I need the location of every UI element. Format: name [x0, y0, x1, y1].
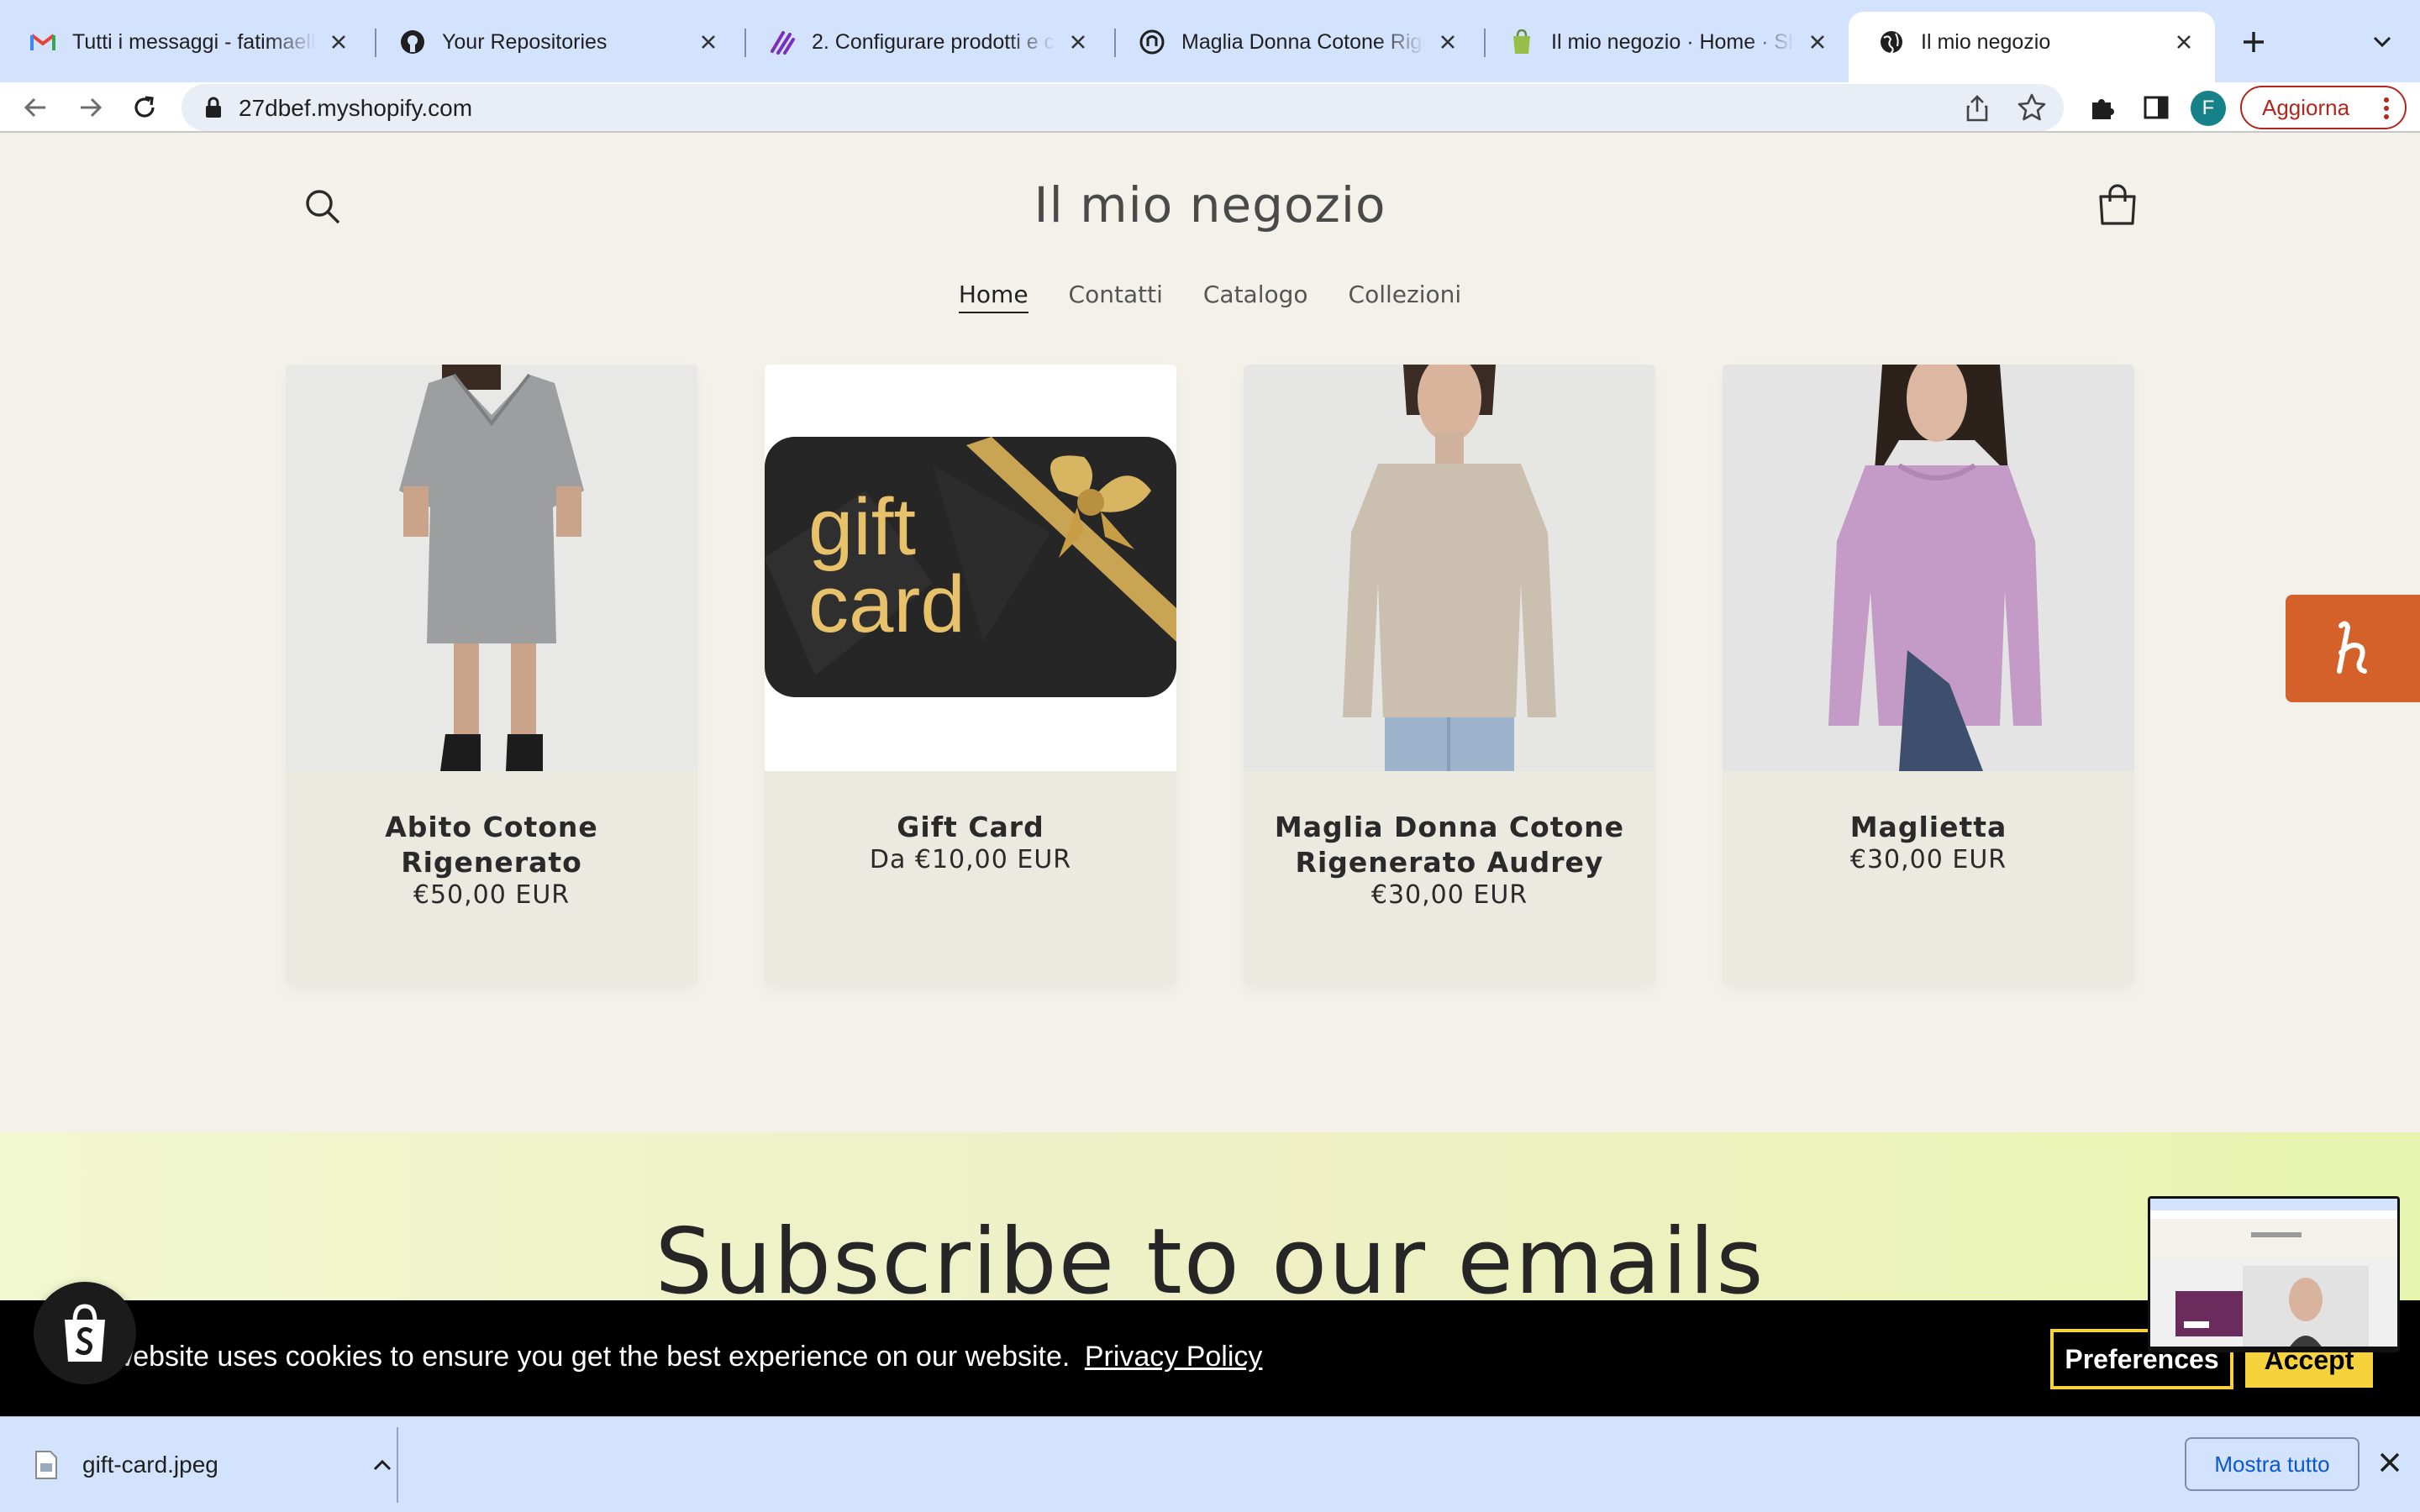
update-button[interactable]: Aggiorna	[2240, 86, 2407, 129]
download-file-name[interactable]: gift-card.jpeg	[82, 1452, 370, 1478]
tab-github[interactable]: Your Repositories	[370, 12, 739, 72]
nav-contatti[interactable]: Contatti	[1069, 281, 1163, 313]
product-price: €30,00 EUR	[1849, 845, 2007, 874]
hello-widget-tab[interactable]	[2286, 595, 2420, 702]
main-navigation: Home Contatti Catalogo Collezioni	[0, 281, 2420, 313]
gift-card-image[interactable]: gift card	[765, 365, 1176, 771]
privacy-policy-link[interactable]: Privacy Policy	[1085, 1341, 1263, 1373]
product-price: Da €10,00 EUR	[869, 845, 1072, 874]
beige-sweater-photo[interactable]	[1244, 365, 1655, 771]
globe-icon	[1879, 29, 1904, 55]
nav-catalogo[interactable]: Catalogo	[1203, 281, 1308, 313]
update-label: Aggiorna	[2262, 94, 2350, 120]
download-item[interactable]: gift-card.jpeg	[34, 1434, 395, 1496]
tab-shopify-admin[interactable]: Il mio negozio · Home · Sho	[1479, 12, 1849, 72]
close-icon[interactable]	[2375, 1447, 2405, 1478]
shopify-icon	[1509, 29, 1534, 55]
profile-avatar[interactable]: F	[2191, 91, 2226, 126]
store-page: Il mio negozio Home Contatti Catalogo Co…	[0, 133, 2420, 1300]
product-card[interactable]: Maglietta €30,00 EUR	[1723, 365, 2134, 984]
product-name[interactable]: Gift Card	[781, 810, 1160, 845]
tab-title: Il mio negozio	[1921, 29, 2051, 54]
close-icon[interactable]	[1805, 29, 1830, 55]
store-title[interactable]: Il mio negozio	[0, 176, 2420, 234]
subscribe-heading: Subscribe to our emails	[655, 1210, 1765, 1300]
share-icon[interactable]	[1963, 94, 1991, 123]
screen-preview-thumbnail[interactable]	[2148, 1196, 2400, 1352]
close-icon[interactable]	[696, 29, 721, 55]
bookmark-star-icon[interactable]	[2017, 92, 2047, 123]
browser-toolbar: 27dbef.myshopify.com F Aggiorna	[0, 82, 2420, 133]
newsletter-section: Subscribe to our emails	[0, 1132, 2420, 1300]
tab-gmail[interactable]: Tutti i messaggi - fatimaelb	[0, 12, 370, 72]
tab-product[interactable]: Maglia Donna Cotone Riger	[1109, 12, 1479, 72]
cookie-text: This website uses cookies to ensure you …	[50, 1341, 1071, 1373]
product-card[interactable]: Maglia Donna Cotone Rigenerato Audrey €3…	[1244, 365, 1655, 984]
tab-title: Tutti i messaggi - fatimaelb	[72, 29, 316, 54]
file-image-icon	[35, 1451, 57, 1479]
download-separator	[397, 1427, 398, 1503]
shopify-bag-icon[interactable]	[34, 1282, 136, 1384]
nav-collezioni[interactable]: Collezioni	[1349, 281, 1462, 313]
side-panel-icon[interactable]	[2138, 89, 2175, 126]
lock-icon[interactable]	[200, 94, 227, 121]
product-card[interactable]: Abito Cotone Rigenerato €50,00 EUR	[286, 365, 697, 984]
close-icon[interactable]	[1065, 29, 1091, 55]
close-icon[interactable]	[326, 29, 351, 55]
hello-h-icon	[2337, 621, 2367, 674]
tab-title: Maglia Donna Cotone Riger	[1181, 29, 1425, 54]
reload-icon[interactable]	[126, 89, 163, 126]
chevron-up-icon[interactable]	[370, 1452, 395, 1478]
download-shelf: gift-card.jpeg Mostra tutto	[0, 1416, 2420, 1512]
cookie-message: This website uses cookies to ensure you …	[50, 1341, 1262, 1373]
tab-title: Your Repositories	[442, 29, 608, 54]
address-bar[interactable]: 27dbef.myshopify.com	[182, 84, 2064, 131]
cart-icon[interactable]	[2096, 181, 2139, 228]
product-card[interactable]: gift card Gift Card Da €10,00 EUR	[765, 365, 1176, 984]
tab-store-active[interactable]: Il mio negozio	[1849, 12, 2215, 82]
back-arrow-icon[interactable]	[17, 89, 54, 126]
extensions-puzzle-icon[interactable]	[2084, 89, 2121, 126]
tab-title: 2. Configurare prodotti e co	[812, 29, 1055, 54]
product-name[interactable]: Abito Cotone Rigenerato	[302, 810, 681, 880]
cookie-banner: This website uses cookies to ensure you …	[0, 1300, 2420, 1416]
product-price: €30,00 EUR	[1370, 880, 1528, 910]
more-vertical-icon[interactable]	[2378, 96, 2395, 121]
close-icon[interactable]	[1435, 29, 1460, 55]
gmail-icon	[30, 29, 55, 55]
product-name[interactable]: Maglietta	[1739, 810, 2118, 845]
grey-dress-photo[interactable]	[286, 365, 697, 771]
forward-arrow-icon[interactable]	[72, 89, 109, 126]
pink-sweater-photo[interactable]	[1723, 365, 2134, 771]
new-tab-button[interactable]	[2235, 24, 2272, 60]
close-icon[interactable]	[2171, 29, 2196, 55]
browser-tab-strip: Tutti i messaggi - fatimaelb Your Reposi…	[0, 0, 2420, 82]
tab-title: Il mio negozio · Home · Sho	[1551, 29, 1795, 54]
url-text[interactable]: 27dbef.myshopify.com	[239, 95, 472, 122]
github-icon	[400, 29, 425, 55]
chevron-down-icon[interactable]	[2365, 25, 2399, 59]
show-all-downloads-button[interactable]: Mostra tutto	[2185, 1437, 2360, 1491]
tab-course[interactable]: 2. Configurare prodotti e co	[739, 12, 1109, 72]
store-header: Il mio negozio Home Contatti Catalogo Co…	[0, 133, 2420, 368]
course-icon	[770, 29, 795, 55]
product-grid: Abito Cotone Rigenerato €50,00 EUR gift c…	[286, 365, 2134, 986]
nav-home[interactable]: Home	[958, 281, 1028, 313]
shop-icon	[1139, 29, 1165, 55]
product-name[interactable]: Maglia Donna Cotone Rigenerato Audrey	[1260, 810, 1639, 880]
product-price: €50,00 EUR	[413, 880, 571, 910]
